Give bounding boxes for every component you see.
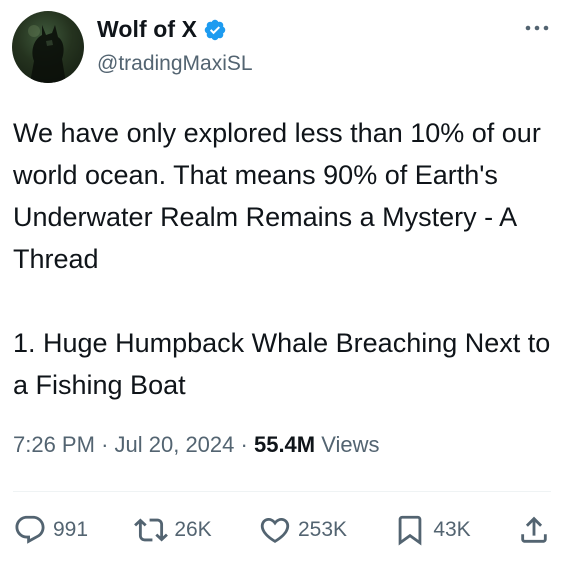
reply-button[interactable]: 991 xyxy=(13,513,88,547)
tweet-date[interactable]: Jul 20, 2024 xyxy=(115,432,235,457)
meta-separator: · xyxy=(101,432,109,457)
share-button[interactable] xyxy=(517,513,551,547)
author-handle[interactable]: @tradingMaxiSL xyxy=(97,52,253,76)
views-label: Views xyxy=(321,432,380,457)
tweet-text: We have only explored less than 10% of o… xyxy=(13,118,551,400)
views-count[interactable]: 55.4M xyxy=(254,432,315,457)
divider xyxy=(13,491,551,492)
avatar-image xyxy=(28,25,66,83)
like-button[interactable]: 253K xyxy=(258,513,347,547)
meta-separator: · xyxy=(240,432,248,457)
verified-badge-icon xyxy=(203,18,227,42)
tweet-time[interactable]: 7:26 PM xyxy=(13,432,95,457)
heart-icon xyxy=(260,517,290,543)
avatar[interactable] xyxy=(12,11,84,83)
bookmark-button[interactable]: 43K xyxy=(393,513,471,547)
repost-icon xyxy=(134,518,169,542)
like-count: 253K xyxy=(297,518,348,541)
reply-count: 991 xyxy=(53,518,89,541)
action-bar: 991 26K 253K 43K xyxy=(13,510,551,550)
tweet-meta: 7:26 PM · Jul 20, 2024 · 55.4M Views xyxy=(13,432,380,458)
repost-count: 26K xyxy=(174,518,212,541)
share-icon xyxy=(521,516,547,543)
bookmark-icon xyxy=(398,515,422,546)
repost-button[interactable]: 26K xyxy=(134,513,212,547)
more-horizontal-icon[interactable] xyxy=(524,20,550,36)
reply-icon xyxy=(15,515,45,544)
author-name[interactable]: Wolf of X xyxy=(97,16,197,43)
bookmark-count: 43K xyxy=(433,518,471,541)
